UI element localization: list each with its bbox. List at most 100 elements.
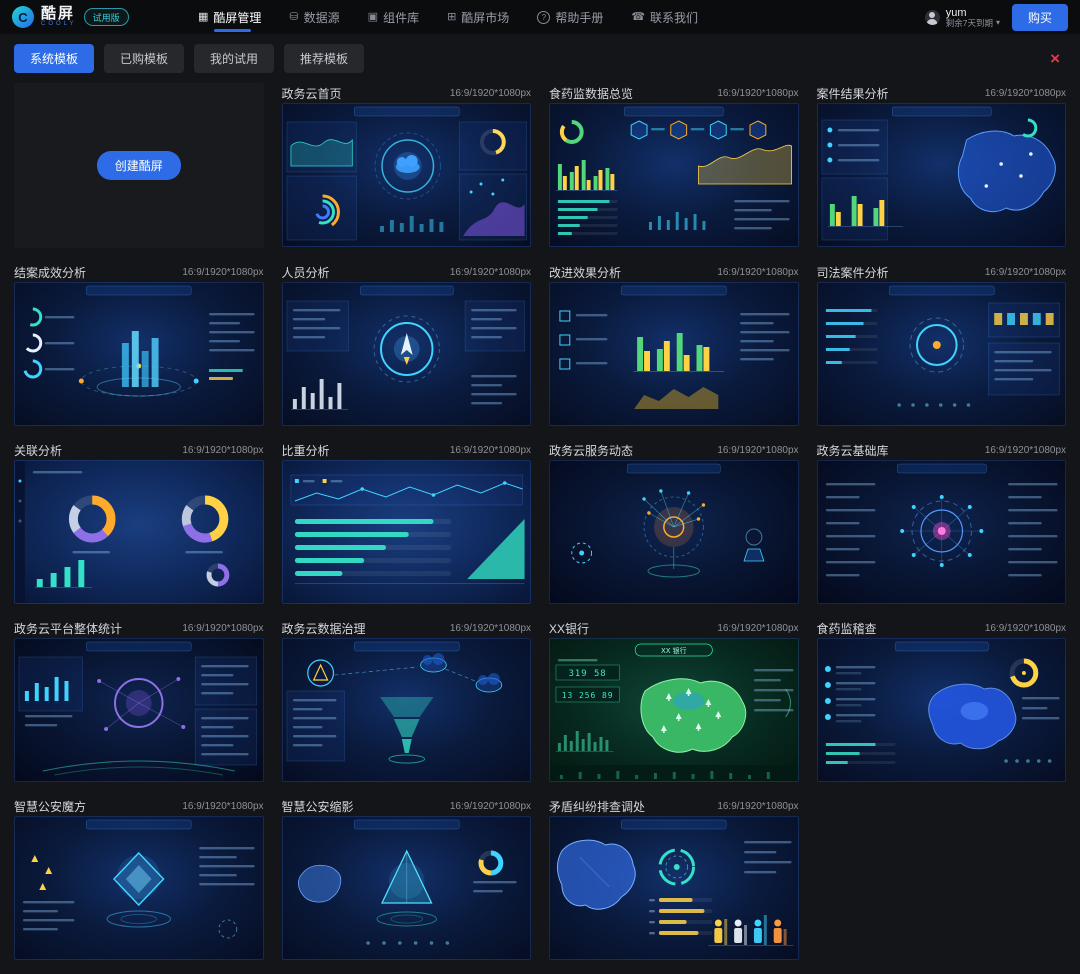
template-card[interactable]: 案件结果分析 16:9/1920*1080px [817,83,1067,248]
template-card-header: XX银行 16:9/1920*1080px [549,618,799,638]
template-card[interactable]: 智慧公安缩影 16:9/1920*1080px [282,796,532,960]
template-thumbnail[interactable] [282,816,532,960]
navbar-right: yum 剩余7天到期 ▾ 购买 [925,4,1068,31]
template-title: XX银行 [549,620,589,637]
template-card-header: 食药监数据总览 16:9/1920*1080px [549,83,799,103]
nav-item-component-library[interactable]: ▣ 组件库 [368,0,419,34]
template-card-header: 政务云服务动态 16:9/1920*1080px [549,440,799,460]
template-card-header: 食药监稽查 16:9/1920*1080px [817,618,1067,638]
template-thumbnail[interactable] [817,460,1067,604]
template-size: 16:9/1920*1080px [450,623,531,634]
template-size: 16:9/1920*1080px [450,801,531,812]
template-size: 16:9/1920*1080px [717,445,798,456]
template-title: 政务云首页 [282,85,342,102]
template-card-header: 智慧公安缩影 16:9/1920*1080px [282,796,532,816]
tab-recommended-templates[interactable]: 推荐模板 [284,44,364,73]
template-thumbnail[interactable] [14,460,264,604]
nav-item-help-manual[interactable]: ? 帮助手册 [537,0,603,34]
nav-item-contact-us[interactable]: ☎ 联系我们 [631,0,698,34]
template-card[interactable]: 政务云首页 16:9/1920*1080px [282,83,532,248]
template-size: 16:9/1920*1080px [985,88,1066,99]
template-title: 政务云服务动态 [549,442,633,459]
template-card[interactable]: 食药监数据总览 16:9/1920*1080px [549,83,799,248]
template-card[interactable]: 智慧公安魔方 16:9/1920*1080px [14,796,264,960]
template-card[interactable]: 食药监稽查 16:9/1920*1080px [817,618,1067,782]
svg-text:13 256 89: 13 256 89 [562,691,614,700]
template-card-header: 政务云数据治理 16:9/1920*1080px [282,618,532,638]
template-thumbnail[interactable] [14,816,264,960]
template-title: 矛盾纠纷排查调处 [549,798,645,815]
template-card[interactable]: 政务云平台整体统计 16:9/1920*1080px [14,618,264,782]
template-size: 16:9/1920*1080px [450,445,531,456]
template-title: 政务云数据治理 [282,620,366,637]
template-size: 16:9/1920*1080px [182,623,263,634]
template-thumbnail[interactable] [14,638,264,782]
template-card-header: 政务云基础库 16:9/1920*1080px [817,440,1067,460]
template-thumbnail[interactable] [549,103,799,247]
template-title: 食药监数据总览 [549,85,633,102]
template-size: 16:9/1920*1080px [182,801,263,812]
buy-button[interactable]: 购买 [1012,4,1068,31]
template-card-header: 智慧公安魔方 16:9/1920*1080px [14,796,264,816]
template-card[interactable]: 结案成效分析 16:9/1920*1080px [14,262,264,426]
template-title: 食药监稽查 [817,620,877,637]
template-card[interactable]: 改进效果分析 16:9/1920*1080px [549,262,799,426]
navbar: C 酷屏 COOLY 试用版 ▦ 酷屏管理 ⛁ 数据源 ▣ 组件库 ⊞ 酷屏市场… [0,0,1080,34]
template-card[interactable]: 比重分析 16:9/1920*1080px [282,440,532,604]
svg-text:XX 银行: XX 银行 [661,646,687,655]
template-card[interactable]: 人员分析 16:9/1920*1080px [282,262,532,426]
phone-icon: ☎ [631,12,645,23]
nav-item-screen-management[interactable]: ▦ 酷屏管理 [198,0,261,34]
template-card[interactable]: 矛盾纠纷排查调处 16:9/1920*1080px [549,796,799,960]
create-screen-button[interactable]: 创建酷屏 [97,151,181,180]
template-title: 案件结果分析 [817,85,889,102]
username: yum [946,7,1000,19]
template-thumbnail[interactable] [282,460,532,604]
template-size: 16:9/1920*1080px [985,267,1066,278]
template-card[interactable]: 政务云数据治理 16:9/1920*1080px [282,618,532,782]
tab-system-templates[interactable]: 系统模板 [14,44,94,73]
template-title: 司法案件分析 [817,264,889,281]
logo[interactable]: C 酷屏 COOLY 试用版 [12,6,180,28]
template-size: 16:9/1920*1080px [985,445,1066,456]
template-card[interactable]: XX银行 16:9/1920*1080px XX 银行319 5813 256 … [549,618,799,782]
nav-item-screen-market[interactable]: ⊞ 酷屏市场 [447,0,509,34]
tab-purchased-templates[interactable]: 已购模板 [104,44,184,73]
template-card-header: 政务云平台整体统计 16:9/1920*1080px [14,618,264,638]
template-size: 16:9/1920*1080px [450,88,531,99]
template-title: 智慧公安缩影 [282,798,354,815]
app-name-latin: COOLY [41,21,77,27]
tab-my-trial[interactable]: 我的试用 [194,44,274,73]
user-menu[interactable]: yum 剩余7天到期 ▾ [925,7,1000,28]
template-thumbnail[interactable] [817,103,1067,247]
nav-item-data-source[interactable]: ⛁ 数据源 [289,0,339,34]
database-icon: ⛁ [289,12,298,23]
template-thumbnail[interactable] [282,103,532,247]
template-card[interactable]: 政务云基础库 16:9/1920*1080px [817,440,1067,604]
template-thumbnail[interactable]: XX 银行319 5813 256 89 [549,638,799,782]
template-size: 16:9/1920*1080px [717,267,798,278]
template-card[interactable]: 关联分析 16:9/1920*1080px [14,440,264,604]
logo-text: 酷屏 COOLY [41,7,77,27]
template-thumbnail[interactable] [549,460,799,604]
template-thumbnail[interactable] [14,282,264,426]
template-card-header: 比重分析 16:9/1920*1080px [282,440,532,460]
template-size: 16:9/1920*1080px [717,88,798,99]
template-thumbnail[interactable] [282,282,532,426]
template-thumbnail[interactable] [282,638,532,782]
main-menu: ▦ 酷屏管理 ⛁ 数据源 ▣ 组件库 ⊞ 酷屏市场 ? 帮助手册 ☎ 联系我们 [198,0,911,34]
template-card[interactable]: 司法案件分析 16:9/1920*1080px [817,262,1067,426]
template-thumbnail[interactable] [549,816,799,960]
grid-icon: ▦ [198,12,208,23]
template-card-header: 司法案件分析 16:9/1920*1080px [817,262,1067,282]
template-thumbnail[interactable] [817,638,1067,782]
template-title: 关联分析 [14,442,62,459]
create-card: 创建酷屏 [14,83,264,248]
template-size: 16:9/1920*1080px [182,267,263,278]
template-size: 16:9/1920*1080px [985,623,1066,634]
template-thumbnail[interactable] [817,282,1067,426]
template-thumbnail[interactable] [549,282,799,426]
template-card[interactable]: 政务云服务动态 16:9/1920*1080px [549,440,799,604]
close-icon[interactable]: × [1044,50,1066,67]
template-title: 比重分析 [282,442,330,459]
